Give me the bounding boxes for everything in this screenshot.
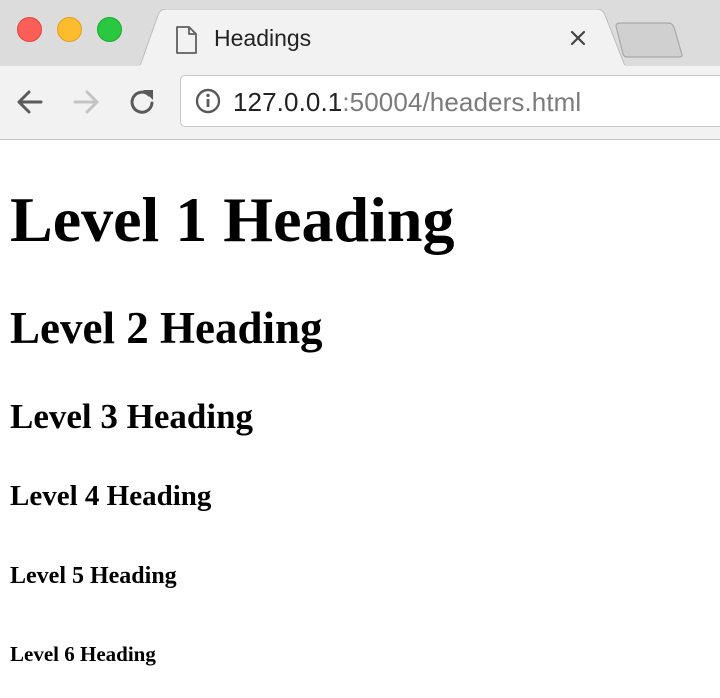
close-icon[interactable] [567, 27, 589, 49]
heading-level-5: Level 5 Heading [10, 563, 177, 589]
heading-level-4: Level 4 Heading [10, 480, 212, 512]
tab-title: Headings [214, 25, 312, 51]
window-close-button[interactable] [17, 17, 42, 42]
reload-icon[interactable] [126, 86, 158, 118]
url-path: :50004/headers.html [342, 87, 582, 117]
window-minimize-button[interactable] [57, 17, 82, 42]
new-tab-button[interactable] [614, 22, 684, 58]
info-icon[interactable] [195, 88, 221, 114]
arrow-left-icon[interactable] [14, 86, 46, 118]
toolbar: 127.0.0.1:50004/headers.html [0, 66, 720, 140]
url-text[interactable]: 127.0.0.1:50004/headers.html [233, 87, 581, 117]
tab-headings[interactable]: Headings [140, 9, 625, 66]
heading-level-2: Level 2 Heading [10, 303, 323, 353]
url-host: 127.0.0.1 [233, 87, 343, 117]
tab-shape [140, 9, 625, 66]
heading-level-3: Level 3 Heading [10, 397, 254, 436]
browser-window: Headings 127.0.0.1:50004/headers.html Le… [0, 0, 720, 698]
document-icon [176, 26, 197, 54]
heading-level-1: Level 1 Heading [10, 184, 455, 255]
heading-level-6: Level 6 Heading [10, 642, 156, 666]
arrow-right-icon[interactable] [70, 86, 102, 118]
tab-strip: Headings [0, 0, 720, 66]
address-bar[interactable]: 127.0.0.1:50004/headers.html [180, 75, 720, 127]
window-zoom-button[interactable] [97, 17, 122, 42]
page-content: Level 1 Heading Level 2 Heading Level 3 … [0, 140, 720, 698]
